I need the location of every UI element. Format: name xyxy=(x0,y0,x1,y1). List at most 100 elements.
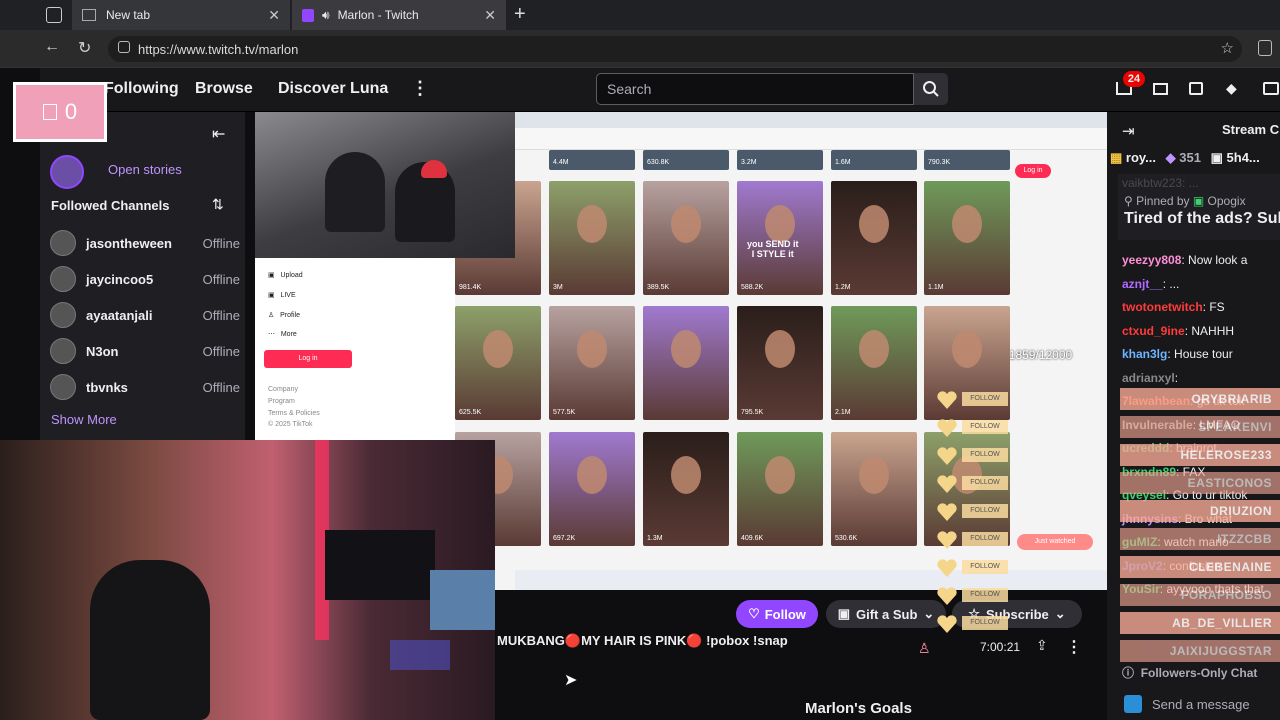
sidebar-item-jaycincoo5[interactable]: jaycincoo5 Offline xyxy=(50,264,240,294)
new-tab-icon[interactable]: + xyxy=(514,3,526,26)
chat-username[interactable]: aznjt__ xyxy=(1122,277,1163,291)
back-arrow-icon[interactable]: ← xyxy=(44,38,60,56)
search-input[interactable]: Search xyxy=(596,73,914,105)
video-thumbnail[interactable]: 530.6K xyxy=(831,432,917,546)
more-options-icon[interactable]: ⋮ xyxy=(411,78,429,99)
more-options-icon[interactable]: ⋮ xyxy=(1066,637,1082,657)
footer-terms[interactable]: Terms & Policies xyxy=(268,410,320,417)
prime-crown-icon[interactable]: ◆ xyxy=(1226,80,1237,97)
sidebar-item-tbvnks[interactable]: tbvnks Offline xyxy=(50,372,240,402)
just-watched-pill[interactable]: Just watched xyxy=(1017,534,1093,550)
video-thumbnail[interactable]: 1.1M xyxy=(924,181,1010,295)
view-count: 588.2K xyxy=(741,284,764,291)
video-thumbnail[interactable]: 630.8K xyxy=(643,150,729,170)
mod-icon: ▣ xyxy=(1192,194,1205,208)
gift-icon: ▣ xyxy=(1210,150,1223,165)
video-thumbnail[interactable]: 625.5K xyxy=(455,306,541,420)
counter-value: 0 xyxy=(64,99,78,124)
video-thumbnail[interactable]: 3M xyxy=(549,181,635,295)
bits-icon[interactable] xyxy=(1263,82,1279,95)
follow-button[interactable]: ♡ Follow xyxy=(736,600,818,628)
channel-status: Offline xyxy=(202,307,240,323)
close-icon[interactable]: ✕ xyxy=(484,7,496,24)
nav-following[interactable]: Following xyxy=(104,80,179,98)
follow-tag: FOLLOW xyxy=(962,476,1008,490)
view-count: 1.6M xyxy=(835,159,851,166)
url-input[interactable]: https://www.twitch.tv/marlon ☆ xyxy=(108,36,1242,62)
star-icon[interactable]: ☆ xyxy=(1221,39,1234,57)
heart-icon xyxy=(936,586,957,605)
gift-sub-button[interactable]: ▣ Gift a Sub ⌄ xyxy=(826,600,946,628)
creator-face xyxy=(577,205,607,243)
leader-name: roy... xyxy=(1125,150,1157,165)
pinned-message: vaikbtw223: ... ⚲ Pinned by ▣ Opogix Tir… xyxy=(1118,174,1280,240)
sidebar-item-jasontheween[interactable]: jasontheween Offline xyxy=(50,228,240,258)
tab-actions-icon[interactable] xyxy=(46,7,62,23)
url-text: https://www.twitch.tv/marlon xyxy=(138,41,299,57)
creator-face xyxy=(483,330,513,368)
share-icon[interactable]: ⇪ xyxy=(1036,637,1048,654)
creator-face xyxy=(671,330,701,368)
stories-avatar[interactable] xyxy=(50,155,84,189)
menu-label: Upload xyxy=(280,272,303,279)
show-more-link[interactable]: Show More xyxy=(51,412,117,427)
close-icon[interactable]: ✕ xyxy=(268,7,280,24)
pinned-text: Tired of the ads? Sub xyxy=(1124,210,1280,227)
video-thumbnail[interactable]: 1.3M xyxy=(643,432,729,546)
pin-icon: ⚲ xyxy=(1124,194,1133,208)
mail-icon[interactable] xyxy=(1153,83,1168,95)
video-thumbnail[interactable]: 1.6M xyxy=(831,150,917,170)
collapse-chat-icon[interactable]: ⇥ xyxy=(1122,122,1135,140)
follow-tag: FOLLOW xyxy=(962,532,1008,546)
video-thumbnail[interactable]: 389.5K xyxy=(643,181,729,295)
video-thumbnail[interactable] xyxy=(643,306,729,420)
footer-company[interactable]: Company xyxy=(268,386,298,393)
follow-tag: FOLLOW xyxy=(962,448,1008,462)
video-thumbnail[interactable]: 697.2K xyxy=(549,432,635,546)
video-thumbnail[interactable]: 790.3K xyxy=(924,150,1010,170)
open-stories-link[interactable]: Open stories xyxy=(108,162,182,177)
sidebar-item-n3on[interactable]: N3on Offline xyxy=(50,336,240,366)
footer-program[interactable]: Program xyxy=(268,398,295,405)
creator-face xyxy=(765,205,795,243)
video-thumbnail[interactable]: 2.1M xyxy=(831,306,917,420)
video-thumbnail[interactable]: 4.4M xyxy=(549,150,635,170)
view-count: 530.6K xyxy=(835,535,858,542)
follow-alert-banner: DRIUZION xyxy=(1120,500,1280,522)
video-thumbnail[interactable]: 3.2M xyxy=(737,150,823,170)
video-thumbnail[interactable]: 588.2K you SEND it I STYLE it xyxy=(737,181,823,295)
sidebar-item-ayaatanjali[interactable]: ayaatanjali Offline xyxy=(50,300,240,330)
tab-new-tab[interactable]: New tab ✕ xyxy=(72,0,290,30)
sort-icon[interactable]: ⇅ xyxy=(212,196,224,213)
search-button[interactable] xyxy=(914,73,948,105)
nav-browse[interactable]: Browse xyxy=(195,80,253,98)
video-thumbnail[interactable]: 409.6K xyxy=(737,432,823,546)
extensions-icon[interactable] xyxy=(1258,40,1272,56)
follow-tag: FOLLOW xyxy=(962,616,1008,630)
chat-username[interactable]: khan3lg xyxy=(1122,347,1167,361)
refresh-icon[interactable]: ↻ xyxy=(78,38,91,58)
chat-username[interactable]: yeezyy808 xyxy=(1122,253,1181,267)
chat-text: : Now look a xyxy=(1181,253,1248,267)
video-thumbnail[interactable]: 795.5K xyxy=(737,306,823,420)
creator-face xyxy=(671,205,701,243)
chat-username[interactable]: twotonetwitch xyxy=(1122,300,1203,314)
tiktok-login-button[interactable]: Log in xyxy=(264,350,352,368)
menu-profile[interactable]: ♙ Profile xyxy=(268,311,300,319)
menu-more[interactable]: ⋯ More xyxy=(268,330,297,338)
video-thumbnail[interactable]: 577.5K xyxy=(549,306,635,420)
whispers-icon[interactable] xyxy=(1189,82,1203,95)
chat-input[interactable]: Send a message xyxy=(1118,690,1280,718)
chat-username[interactable]: ctxud_9ine xyxy=(1122,324,1185,338)
nav-discover-luna[interactable]: Discover Luna xyxy=(278,80,388,98)
collapse-sidebar-icon[interactable]: ⇤ xyxy=(212,124,225,144)
lock-icon xyxy=(118,41,130,53)
tab-marlon-twitch[interactable]: 🔊︎ Marlon - Twitch ✕ xyxy=(292,0,506,30)
menu-live[interactable]: ▣ LIVE xyxy=(268,291,296,299)
tiktok-login-small[interactable]: Log in xyxy=(1015,164,1051,178)
menu-upload[interactable]: ▣ Upload xyxy=(268,271,303,279)
chat-username[interactable]: adrianxyl xyxy=(1122,371,1175,385)
speaker-icon[interactable]: 🔊︎ xyxy=(322,8,330,23)
video-thumbnail[interactable]: 1.2M xyxy=(831,181,917,295)
avatar xyxy=(50,302,76,328)
